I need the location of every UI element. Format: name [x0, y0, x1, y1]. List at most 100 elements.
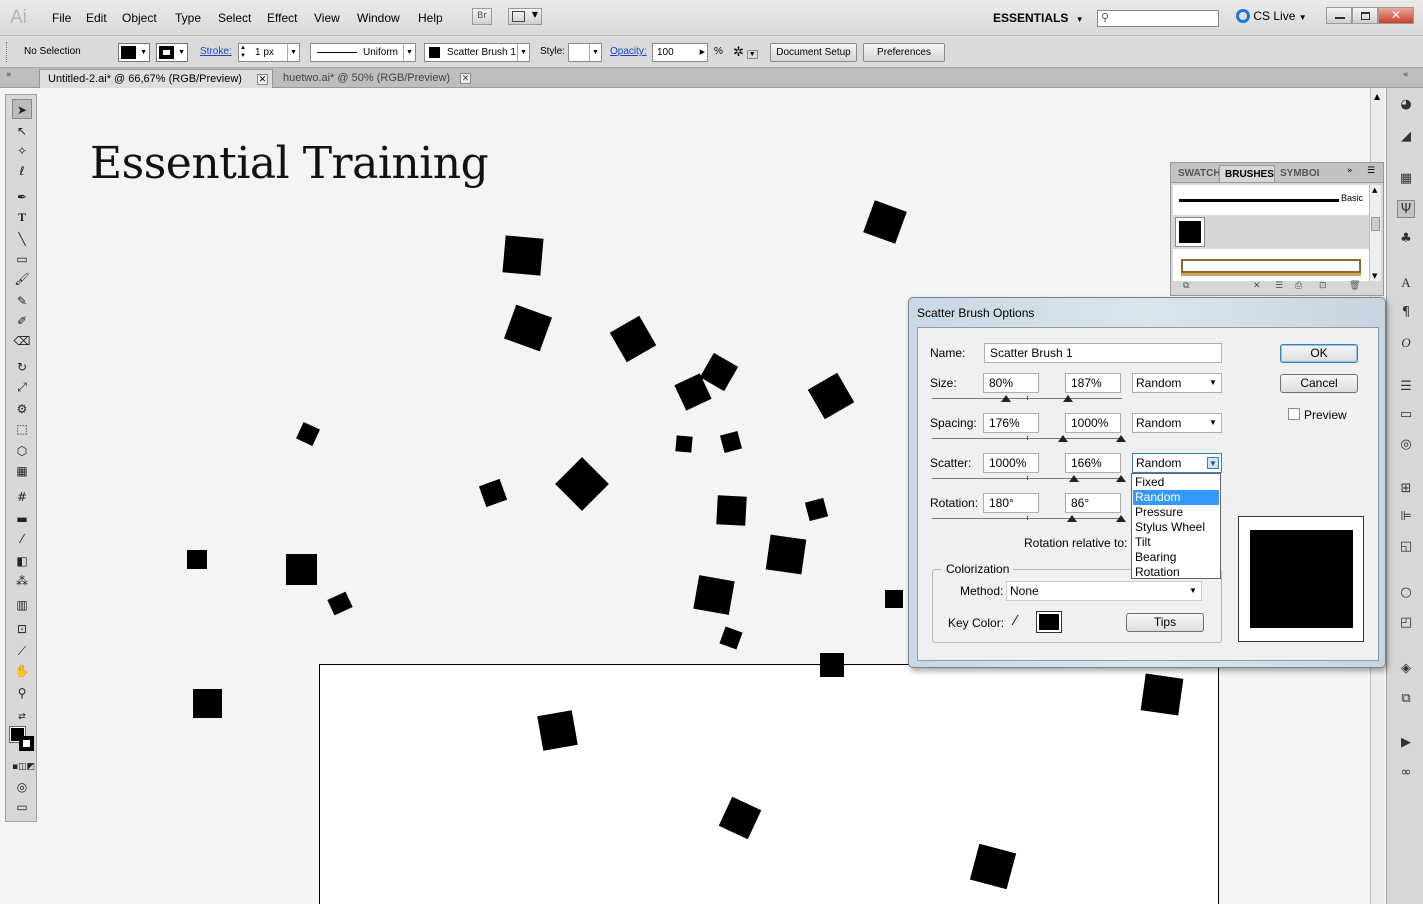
stroke-swatch[interactable] [19, 736, 34, 751]
eyedropper-tool-icon[interactable]: ⁄ [12, 529, 32, 549]
menu-help[interactable]: Help [418, 11, 443, 25]
scatter-brush-row[interactable] [1173, 215, 1369, 249]
bridge-button[interactable]: Br [472, 8, 492, 25]
menu-type[interactable]: Type [175, 11, 201, 25]
cs-live-menu[interactable]: CS Live ▼ [1236, 9, 1307, 23]
option-rotation[interactable]: Rotation [1133, 565, 1219, 580]
scatter-max-thumb[interactable] [1116, 475, 1126, 482]
cancel-button[interactable]: Cancel [1280, 374, 1358, 393]
panel-menu-icon[interactable]: ☰ [1367, 166, 1375, 176]
color-guide-icon[interactable]: ◢ [1397, 128, 1415, 146]
gradient-panel-icon[interactable]: ▭ [1397, 406, 1415, 424]
paragraph-panel-icon[interactable]: ¶ [1397, 304, 1415, 322]
menu-select[interactable]: Select [218, 11, 251, 25]
tab-symbols[interactable]: SYMBOL [1275, 165, 1319, 182]
brush-options-icon[interactable]: ⎙ [1295, 281, 1302, 291]
opentype-panel-icon[interactable]: O [1397, 334, 1415, 352]
zoom-tool-icon[interactable]: ⚲ [12, 683, 32, 703]
brush-definition[interactable]: Scatter Brush 1 ▼ [424, 43, 530, 62]
restore-button[interactable] [1352, 7, 1378, 24]
type-tool-icon[interactable]: T [12, 207, 32, 227]
width-tool-icon[interactable]: ⚙ [12, 399, 32, 419]
remove-stroke-icon[interactable]: ✕ [1253, 281, 1261, 291]
stroke-panel-icon[interactable]: ☰ [1397, 378, 1415, 396]
swatches-panel-icon[interactable]: ▦ [1397, 170, 1415, 188]
pathfinder-panel-icon[interactable]: ◱ [1397, 538, 1415, 556]
close-tab-icon[interactable]: ✕ [460, 73, 471, 84]
option-random[interactable]: Random [1133, 490, 1219, 505]
scatter-min-thumb[interactable] [1069, 475, 1079, 482]
layers-panel-icon[interactable]: ◈ [1397, 660, 1415, 678]
color-mode-icons[interactable]: ▪◫◩ [12, 757, 35, 777]
mesh-tool-icon[interactable]: # [12, 487, 32, 507]
option-pressure[interactable]: Pressure [1133, 505, 1219, 520]
key-color-swatch[interactable] [1036, 611, 1062, 633]
pen-tool-icon[interactable]: ✒ [12, 187, 32, 207]
basic-brush-row[interactable]: Basic [1173, 185, 1369, 213]
workspace-switcher[interactable]: ESSENTIALS ▼ [993, 11, 1084, 25]
scroll-up-icon[interactable]: ▲ [1374, 92, 1380, 101]
close-button[interactable]: ✕ [1378, 7, 1414, 24]
delete-brush-icon[interactable]: 🗑 [1349, 281, 1360, 291]
tab-untitled-2[interactable]: Untitled-2.ai* @ 66,67% (RGB/Preview) ✕ [39, 69, 273, 88]
fill-color-picker[interactable]: ▼ [118, 43, 150, 62]
opacity-panel-link[interactable]: Opacity: [610, 43, 647, 62]
menu-file[interactable]: File [52, 11, 71, 25]
rotation-max-field[interactable]: 86° [1065, 493, 1121, 513]
scroll-thumb[interactable] [1371, 217, 1380, 231]
variable-width-profile[interactable]: Uniform ▼ [310, 43, 416, 62]
graphic-styles-panel-icon[interactable]: ◰ [1397, 614, 1415, 632]
slice-tool-icon[interactable]: ⟋ [12, 641, 32, 661]
spacing-max-thumb[interactable] [1116, 435, 1126, 442]
artboard-tool-icon[interactable]: ⊡ [12, 619, 32, 639]
pencil-tool-icon[interactable]: ✎ [12, 291, 32, 311]
spacing-variation-select[interactable]: Random ▼ [1132, 413, 1222, 433]
preferences-button[interactable]: Preferences [863, 43, 945, 62]
size-max-field[interactable]: 187% [1065, 373, 1121, 393]
paintbrush-tool-icon[interactable]: 🖌 [12, 269, 32, 289]
size-variation-select[interactable]: Random ▼ [1132, 373, 1222, 393]
actions-panel-icon[interactable]: ▶ [1397, 734, 1415, 752]
blend-tool-icon[interactable]: ◧ [12, 551, 32, 571]
graphic-style-picker[interactable]: ▼ [568, 43, 602, 62]
arrange-documents-button[interactable]: ▼ [508, 8, 542, 25]
size-min-thumb[interactable] [1001, 395, 1011, 402]
recolor-artwork-button[interactable]: ✲ ▼ [733, 43, 761, 62]
direct-selection-tool-icon[interactable]: ↖ [12, 121, 32, 141]
option-bearing[interactable]: Bearing [1133, 550, 1219, 565]
menu-object[interactable]: Object [122, 11, 157, 25]
rotation-min-field[interactable]: 180° [983, 493, 1039, 513]
ok-button[interactable]: OK [1280, 344, 1358, 363]
opacity-field[interactable]: 100 ▶ [652, 43, 708, 62]
links-panel-icon[interactable]: ∞ [1397, 764, 1415, 782]
tab-huetwo[interactable]: huetwo.ai* @ 50% (RGB/Preview) ✕ [275, 69, 475, 88]
transform-panel-icon[interactable]: ⊞ [1397, 480, 1415, 498]
size-min-field[interactable]: 80% [983, 373, 1039, 393]
option-stylus-wheel[interactable]: Stylus Wheel [1133, 520, 1219, 535]
magic-wand-tool-icon[interactable]: ✧ [12, 141, 32, 161]
rotation-min-thumb[interactable] [1067, 515, 1077, 522]
blob-brush-tool-icon[interactable]: ✐ [12, 311, 32, 331]
free-transform-tool-icon[interactable]: ⬚ [12, 419, 32, 439]
search-input[interactable] [1116, 11, 1216, 26]
stroke-weight-field[interactable]: ▲ ▼ 1 px ▼ [238, 43, 300, 62]
menu-window[interactable]: Window [357, 11, 400, 25]
swap-colors-icon[interactable]: ⇄ [12, 707, 32, 727]
artboards-panel-icon[interactable]: ⧉ [1397, 690, 1415, 708]
transparency-panel-icon[interactable]: ◎ [1397, 436, 1415, 454]
line-segment-tool-icon[interactable]: ╲ [12, 229, 32, 249]
menu-effect[interactable]: Effect [267, 11, 297, 25]
panel-menu-icon[interactable]: » [1347, 166, 1353, 176]
align-panel-icon[interactable]: ⊫ [1397, 508, 1415, 526]
option-tilt[interactable]: Tilt [1133, 535, 1219, 550]
minimize-button[interactable] [1326, 7, 1352, 24]
symbol-sprayer-tool-icon[interactable]: ⁂ [12, 571, 32, 591]
stroke-panel-link[interactable]: Stroke: [200, 43, 232, 62]
options-icon[interactable]: ☰ [1275, 281, 1283, 291]
brush-list-scrollbar[interactable]: ▲ ▼ [1369, 185, 1381, 281]
panel-collapse-icon[interactable]: « [1403, 70, 1409, 80]
panel-collapse-icon[interactable]: » [6, 70, 12, 80]
tab-brushes[interactable]: BRUSHES [1219, 165, 1275, 182]
search-field[interactable]: ⚲ [1097, 10, 1219, 27]
column-graph-tool-icon[interactable]: ▥ [12, 595, 32, 615]
